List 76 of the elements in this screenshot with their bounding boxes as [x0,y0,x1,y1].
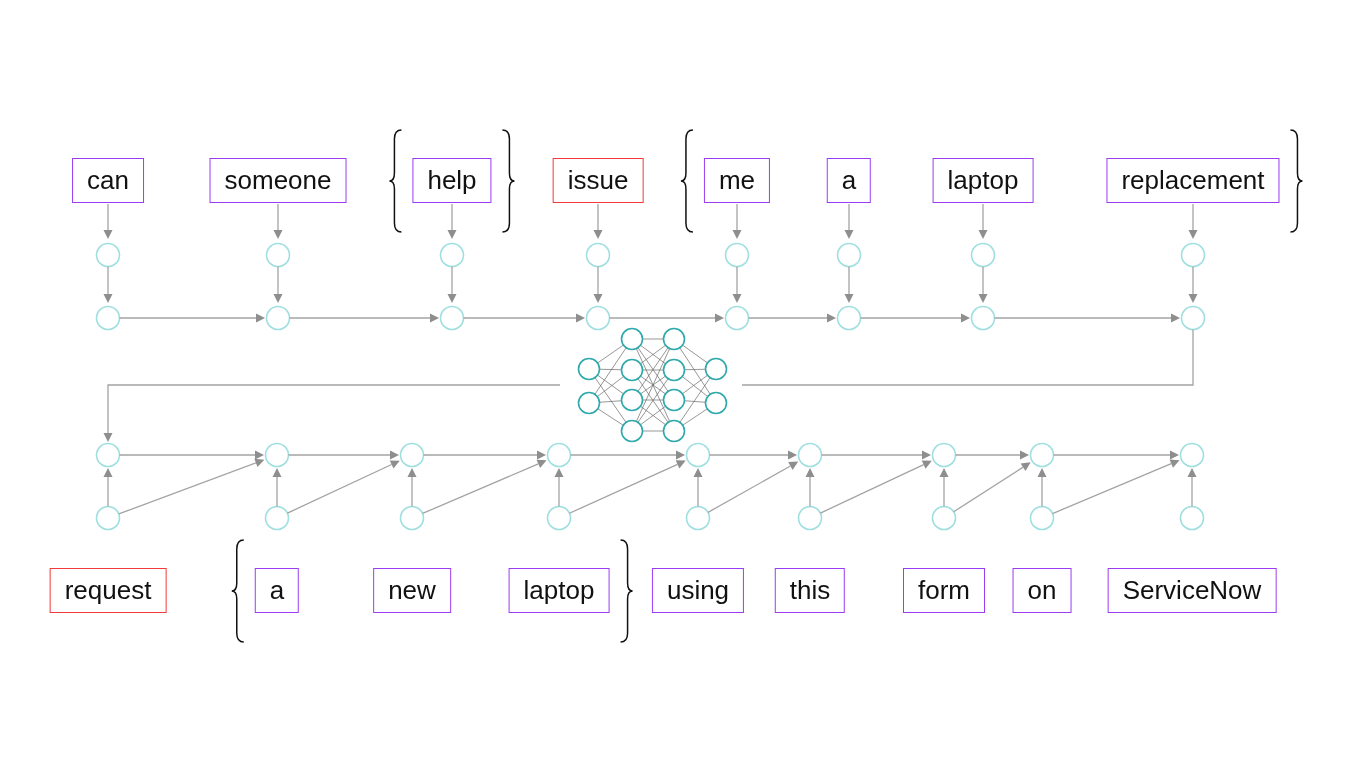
neuron-node [1180,242,1206,268]
arrow-connector [1188,265,1198,303]
arrow-connector [732,265,742,303]
arrow-connector [272,468,282,508]
neuron-node [95,242,121,268]
word-token: a [826,158,872,203]
word-token: laptop [932,158,1034,203]
neuron-node [724,305,750,331]
neuron-node [1179,505,1205,531]
word-token: laptop [508,568,610,613]
neuron-node [685,442,711,468]
neuron-node [797,442,823,468]
word-token: someone [209,158,347,203]
word-token: request [49,568,167,613]
neuron-node [264,442,290,468]
arrow-connector [593,203,603,239]
neuron-node [399,442,425,468]
neuron-node [585,305,611,331]
word-token: me [703,158,771,203]
arrow-connector [273,203,283,239]
word-token: can [72,158,144,203]
arrow-connector [978,265,988,303]
neuron-node [1179,442,1205,468]
arrow-connector [844,265,854,303]
neuron-node [1029,442,1055,468]
word-token: using [651,568,745,613]
neuron-node [95,442,121,468]
neuron-node [931,505,957,531]
neuron-node [546,442,572,468]
arrow-connector [732,203,742,239]
word-token: replacement [1106,158,1280,203]
word-token: form [903,568,985,613]
neuron-node [724,242,750,268]
word-token: a [254,568,300,613]
arrow-connector [844,203,854,239]
neuron-node [970,242,996,268]
arrow-connector [407,468,417,508]
arrow-connector [1037,468,1047,508]
neuron-node [836,242,862,268]
neuron-node [1029,505,1055,531]
neuron-node [1180,305,1206,331]
neuron-node [439,305,465,331]
arrow-connector [447,203,457,239]
neuron-node [797,505,823,531]
neuron-node [685,505,711,531]
neuron-node [95,505,121,531]
word-token: help [412,158,492,203]
word-token: new [373,568,451,613]
word-token: ServiceNow [1107,568,1277,613]
neuron-node [931,442,957,468]
arrow-connector [103,265,113,303]
arrow-connector [593,265,603,303]
neuron-node [399,505,425,531]
word-token: on [1012,568,1072,613]
neuron-node [265,305,291,331]
neuron-node [95,305,121,331]
arrow-connector [103,468,113,508]
neuron-node [970,305,996,331]
arrow-connector [1188,203,1198,239]
arrow-connector [1187,468,1197,508]
word-token: issue [552,158,644,203]
neuron-node [546,505,572,531]
word-token: this [774,568,846,613]
neuron-node [585,242,611,268]
arrow-connector [103,203,113,239]
arrow-connector [554,468,564,508]
arrow-connector [978,203,988,239]
arrow-connector [693,468,703,508]
neuron-node [439,242,465,268]
neuron-node [264,505,290,531]
neuron-node [836,305,862,331]
neuron-node [265,242,291,268]
arrow-connector [447,265,457,303]
arrow-connector [805,468,815,508]
arrow-connector [273,265,283,303]
arrow-connector [939,468,949,508]
